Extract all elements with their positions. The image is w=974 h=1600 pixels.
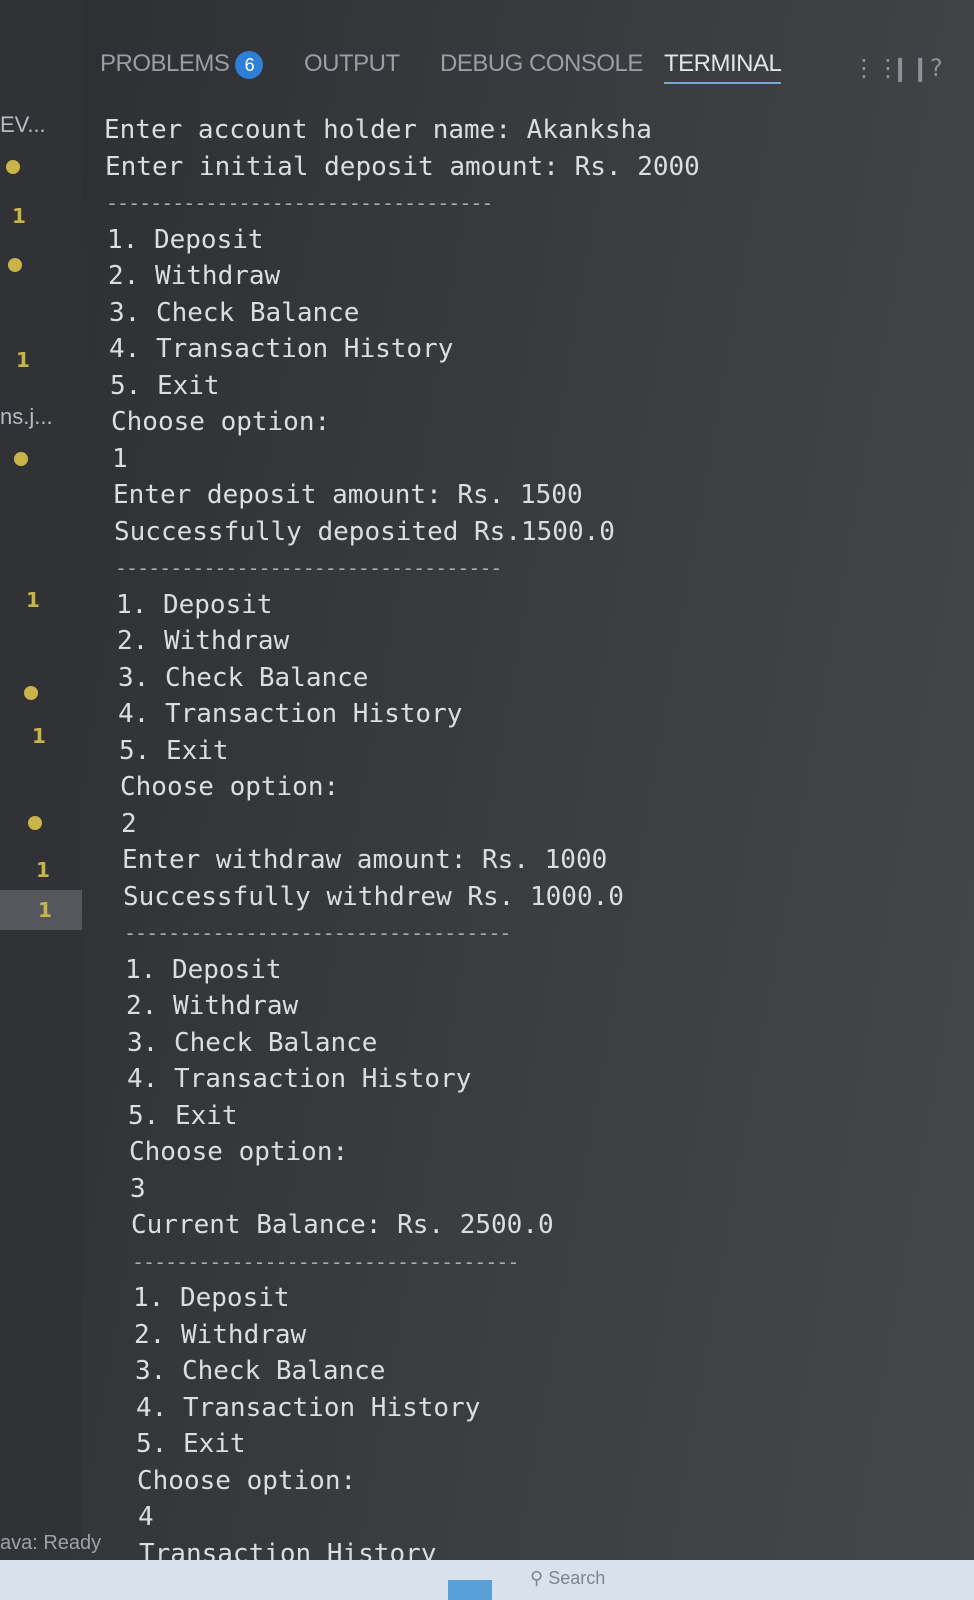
tab-debug-console[interactable]: DEBUG CONSOLE <box>440 50 643 78</box>
problem-count: 1 <box>26 588 40 612</box>
gutter-label[interactable]: ns.j... <box>0 404 53 430</box>
status-bar: ava: Ready <box>0 1532 974 1560</box>
terminal-line: Successfully withdrew Rs. 1000.0 <box>123 881 624 912</box>
terminal-line: 2. Withdraw <box>108 261 281 291</box>
terminal-line: 1. Deposit <box>133 1283 290 1313</box>
terminal-line: Enter deposit amount: Rs. 1500 <box>113 480 583 510</box>
terminal-line: Enter account holder name: Akanksha <box>104 115 652 145</box>
terminal-separator: ----------------------------------- <box>106 191 493 215</box>
terminal-line: Current Balance: Rs. 2500.0 <box>131 1210 554 1240</box>
problems-count-badge: 6 <box>235 50 264 79</box>
terminal-line: Choose option: <box>111 407 331 437</box>
terminal-line: 2. Withdraw <box>126 991 299 1021</box>
terminal-line: 3. Check Balance <box>135 1356 386 1386</box>
os-taskbar: ⚲ Search <box>0 1560 974 1600</box>
terminal-separator: ----------------------------------- <box>132 1249 519 1274</box>
terminal-line: 4. Transaction History <box>118 699 463 729</box>
tab-problems[interactable]: PROBLEMS 6 <box>100 50 264 79</box>
taskbar-search-label: Search <box>548 1568 606 1588</box>
terminal-line: 5. Exit <box>128 1100 238 1131</box>
help-icon[interactable]: ? <box>930 54 943 82</box>
java-status-text[interactable]: ava: Ready <box>0 1532 101 1555</box>
terminal-line: 3. Check Balance <box>118 662 369 693</box>
terminal-line: 2. Withdraw <box>117 626 290 656</box>
terminal-line: 1. Deposit <box>125 954 282 985</box>
terminal-output[interactable]: Enter account holder name: Akanksha Enter… <box>104 112 954 1600</box>
vscode-window: EV... 1 1 ns.j... 1 1 1 1 PROBLEMS 6 OUTP… <box>0 0 974 1600</box>
gutter-label[interactable]: EV... <box>0 112 46 138</box>
modified-dot-icon <box>8 258 22 272</box>
terminal-line: 3. Check Balance <box>127 1027 378 1058</box>
terminal-line: 4. Transaction History <box>109 334 454 364</box>
terminal-line: 1. Deposit <box>107 224 264 255</box>
search-icon: ⚲ <box>530 1568 549 1588</box>
terminal-line: 3 <box>130 1173 146 1204</box>
problem-count: 1 <box>12 204 26 228</box>
terminal-line: 5. Exit <box>110 370 220 401</box>
problem-count: 1 <box>16 348 30 372</box>
terminal-line: 2. Withdraw <box>134 1319 307 1350</box>
problem-count: 1 <box>38 898 52 922</box>
terminal-line: 5. Exit <box>119 735 229 766</box>
explorer-gutter: EV... 1 1 ns.j... 1 1 1 1 <box>0 0 82 1548</box>
terminal-line: Choose option: <box>120 772 340 802</box>
tab-terminal[interactable]: TERMINAL <box>664 50 782 84</box>
terminal-line: 4 <box>138 1502 154 1532</box>
modified-dot-icon <box>6 160 20 174</box>
terminal-line: 1. Deposit <box>116 589 273 620</box>
problem-count: 1 <box>36 858 50 882</box>
problem-count: 1 <box>32 724 46 748</box>
terminal-line: Enter withdraw amount: Rs. 1000 <box>122 845 608 875</box>
terminal-line: 2 <box>121 808 137 839</box>
terminal-line: Choose option: <box>129 1137 349 1167</box>
taskbar-search[interactable]: ⚲ Search <box>530 1568 605 1589</box>
terminal-line: Enter initial deposit amount: Rs. 2000 <box>105 151 700 182</box>
terminal-line: 3. Check Balance <box>109 297 360 328</box>
modified-dot-icon <box>14 452 28 466</box>
tab-output[interactable]: OUTPUT <box>304 50 400 78</box>
terminal-separator: ----------------------------------- <box>124 921 511 945</box>
terminal-line: 4. Transaction History <box>127 1064 472 1094</box>
pause-icon[interactable]: ❙❙ <box>890 54 930 82</box>
panel-tab-bar: PROBLEMS 6 OUTPUT DEBUG CONSOLE TERMINAL … <box>82 40 974 100</box>
terminal-line: 4. Transaction History <box>136 1392 481 1423</box>
tab-problems-label: PROBLEMS <box>100 50 230 77</box>
taskbar-app-icon[interactable] <box>448 1580 492 1600</box>
modified-dot-icon <box>24 686 38 700</box>
terminal-separator: ----------------------------------- <box>115 556 502 580</box>
terminal-line: 5. Exit <box>136 1429 246 1459</box>
selected-gutter-row[interactable]: 1 <box>0 890 82 930</box>
modified-dot-icon <box>28 816 42 830</box>
terminal-line: Choose option: <box>137 1465 357 1496</box>
terminal-line: Successfully deposited Rs.1500.0 <box>114 516 615 547</box>
terminal-line: 1 <box>112 443 128 474</box>
